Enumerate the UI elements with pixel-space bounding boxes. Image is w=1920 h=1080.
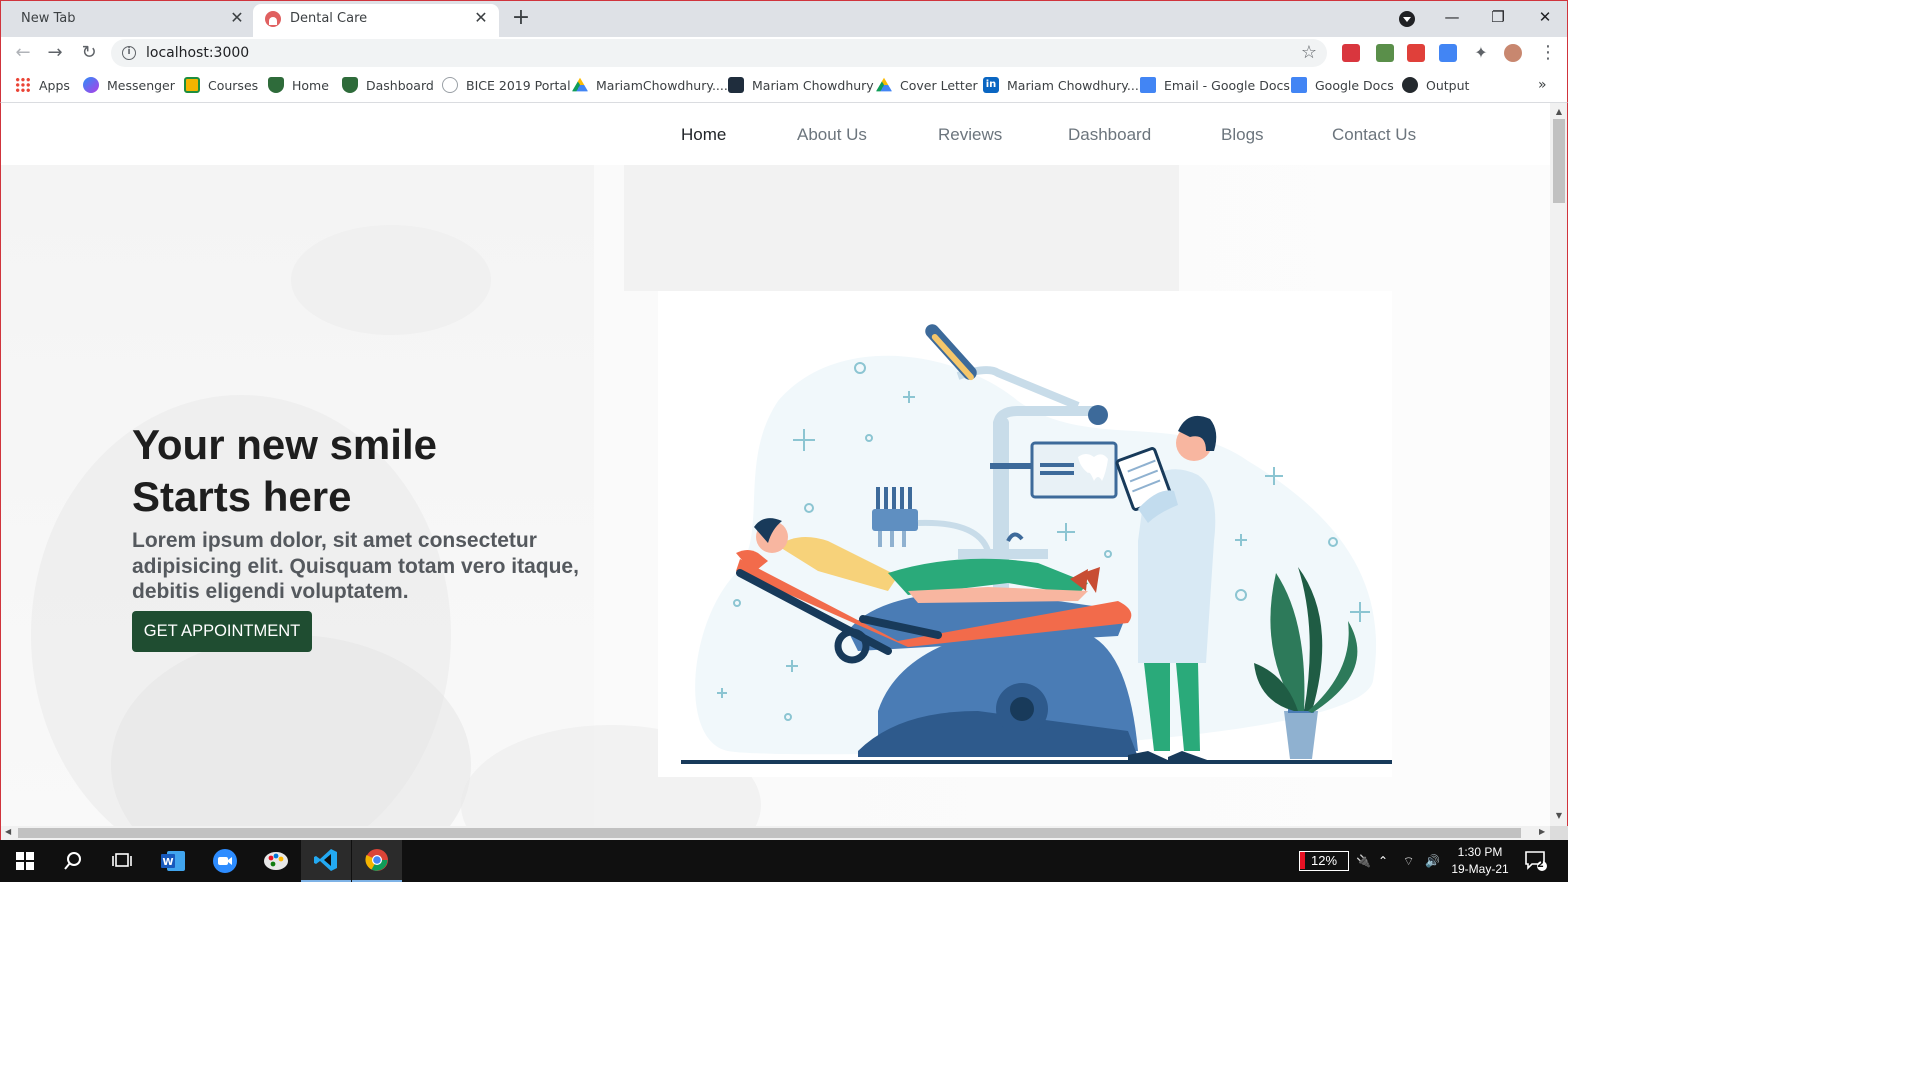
bookmark-google-docs[interactable]: Google Docs — [1291, 77, 1394, 93]
bookmark-drive-mariam[interactable]: MariamChowdhury.... — [572, 77, 728, 93]
react-icon — [728, 77, 744, 93]
bookmark-messenger[interactable]: Messenger — [83, 77, 175, 93]
task-view-icon[interactable] — [97, 840, 147, 882]
shield-icon — [342, 77, 358, 93]
shield-icon — [268, 77, 284, 93]
bookmarks-overflow-icon[interactable]: » — [1538, 77, 1547, 93]
page-viewport: Home About Us Reviews Dashboard Blogs Co… — [0, 103, 1550, 826]
svg-text:W: W — [162, 857, 173, 868]
window-close-icon[interactable]: ✕ — [1530, 5, 1560, 29]
vertical-scroll-thumb[interactable] — [1553, 119, 1565, 203]
github-icon — [1402, 77, 1418, 93]
chevron-up-icon[interactable]: ⌃ — [1378, 840, 1388, 882]
wifi-icon[interactable]: ⌔ — [1403, 840, 1414, 882]
google-docs-icon — [1291, 77, 1307, 93]
nav-reviews[interactable]: Reviews — [938, 125, 1002, 145]
nav-contact-us[interactable]: Contact Us — [1332, 125, 1416, 145]
nav-blogs[interactable]: Blogs — [1221, 125, 1264, 145]
scroll-left-arrow-icon[interactable]: ◀ — [5, 827, 11, 836]
clock-date: 19-May-21 — [1451, 862, 1509, 876]
bookmark-star-icon[interactable]: ☆ — [1301, 42, 1317, 63]
clock-time: 1:30 PM — [1457, 845, 1503, 859]
site-info-icon[interactable]: i — [122, 46, 136, 60]
scroll-down-arrow-icon[interactable]: ▼ — [1550, 811, 1568, 820]
tab-title: Dental Care — [290, 11, 368, 26]
bookmark-linkedin[interactable]: in Mariam Chowdhury... — [983, 77, 1139, 93]
nav-dashboard[interactable]: Dashboard — [1068, 125, 1151, 145]
google-drive-icon — [876, 77, 892, 92]
extension-icon[interactable] — [1342, 44, 1360, 62]
bookmark-mariam-react[interactable]: Mariam Chowdhury — [728, 77, 874, 93]
tab-title: New Tab — [21, 11, 76, 26]
hero-headline-line-1: Your new smile — [132, 421, 437, 468]
address-bar[interactable]: i localhost:3000 ☆ — [111, 39, 1327, 67]
nav-home[interactable]: Home — [681, 125, 726, 145]
search-icon[interactable] — [48, 840, 98, 882]
windows-taskbar: W 12% 🔌 ⌃ ⌔ 🔊 1:30 PM 19-May-21 2 — [0, 840, 1568, 882]
word-icon[interactable]: W — [149, 840, 199, 882]
paint-icon[interactable] — [251, 840, 301, 882]
bookmark-apps[interactable]: Apps — [15, 77, 70, 93]
reload-icon[interactable]: ↻ — [77, 41, 101, 65]
messenger-icon — [83, 77, 99, 93]
bookmark-email-docs[interactable]: Email - Google Docs — [1140, 77, 1290, 93]
bookmark-bice-portal[interactable]: BICE 2019 Portal — [442, 77, 571, 93]
nav-about-us[interactable]: About Us — [797, 125, 867, 145]
apps-grid-icon — [15, 77, 31, 93]
google-docs-icon — [1140, 77, 1156, 93]
hero-headline: Your new smile Starts here — [132, 419, 592, 523]
profile-avatar[interactable] — [1504, 44, 1522, 62]
close-icon[interactable]: ✕ — [473, 10, 489, 26]
zoom-icon[interactable] — [200, 840, 250, 882]
hero-headline-line-2: Starts here — [132, 473, 352, 520]
start-icon[interactable] — [0, 840, 50, 882]
eyedropper-extension-icon[interactable] — [1376, 44, 1394, 62]
browser-toolbar: ← → ↻ i localhost:3000 ☆ ✦ ⋮ — [0, 37, 1568, 69]
battery-indicator[interactable]: 12% — [1299, 851, 1349, 871]
hero-subtext: Lorem ipsum dolor, sit amet consectetur … — [132, 529, 579, 603]
close-icon[interactable]: ✕ — [229, 10, 245, 26]
minimize-icon[interactable]: — — [1437, 5, 1467, 29]
site-navbar: Home About Us Reviews Dashboard Blogs Co… — [1, 103, 1550, 167]
scroll-up-arrow-icon[interactable]: ▲ — [1550, 107, 1568, 116]
restore-icon[interactable]: ❐ — [1483, 5, 1513, 29]
horizontal-scrollbar[interactable]: ◀ ▶ — [0, 826, 1550, 840]
translate-extension-icon[interactable] — [1439, 44, 1457, 62]
browser-tab-strip: New Tab ✕ Dental Care ✕ + — ❐ ✕ — [0, 0, 1568, 38]
new-tab-button[interactable]: + — [509, 7, 533, 31]
classroom-icon — [184, 77, 200, 93]
get-appointment-button[interactable]: GET APPOINTMENT — [132, 611, 312, 652]
dentist-illustration — [658, 291, 1392, 777]
vscode-icon[interactable] — [301, 840, 351, 882]
more-menu-icon[interactable]: ⋮ — [1539, 42, 1557, 64]
notification-count: 2 — [1537, 859, 1544, 870]
power-plug-icon: 🔌 — [1356, 854, 1371, 868]
tab-new-tab[interactable]: New Tab ✕ — [1, 1, 253, 38]
google-drive-icon — [572, 77, 588, 92]
scroll-right-arrow-icon[interactable]: ▶ — [1539, 827, 1545, 836]
vertical-scrollbar[interactable]: ▲ ▼ — [1550, 103, 1568, 826]
system-clock[interactable]: 1:30 PM 19-May-21 — [1448, 844, 1512, 878]
bookmark-cover-letter[interactable]: Cover Letter — [876, 77, 978, 93]
linkedin-icon: in — [983, 77, 999, 93]
extension-icon[interactable] — [1407, 44, 1425, 62]
bookmarks-bar: Apps Messenger Courses Home Dashboard BI… — [0, 69, 1568, 103]
globe-icon — [442, 77, 458, 93]
bookmark-output[interactable]: Output — [1402, 77, 1469, 93]
notification-center-icon[interactable]: 2 — [1524, 840, 1548, 882]
forward-arrow-icon[interactable]: → — [43, 41, 67, 65]
tab-search-icon[interactable] — [1399, 11, 1415, 27]
scrollbar-corner — [1550, 826, 1568, 840]
chrome-icon[interactable] — [352, 840, 402, 882]
horizontal-scroll-thumb[interactable] — [18, 828, 1521, 838]
bookmark-home[interactable]: Home — [268, 77, 329, 93]
tooth-favicon-icon — [265, 11, 281, 27]
volume-icon[interactable]: 🔊 — [1425, 840, 1440, 882]
bookmark-courses[interactable]: Courses — [184, 77, 258, 93]
address-url[interactable]: localhost:3000 — [146, 45, 249, 61]
tab-dental-care[interactable]: Dental Care ✕ — [253, 4, 499, 38]
puzzle-extensions-icon[interactable]: ✦ — [1472, 44, 1490, 62]
bookmark-dashboard[interactable]: Dashboard — [342, 77, 434, 93]
back-arrow-icon[interactable]: ← — [11, 41, 35, 65]
